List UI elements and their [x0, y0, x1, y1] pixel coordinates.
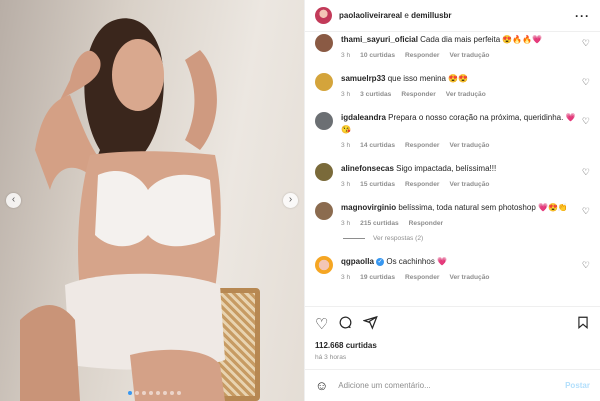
heart-icon[interactable]: ♡ — [576, 260, 590, 281]
comment-text: belíssima, toda natural sem photoshop 💗😍… — [398, 203, 568, 212]
carousel-dot — [149, 391, 153, 395]
comment-text: Sigo impactada, belíssima!!! — [396, 164, 497, 173]
comment-time[interactable]: 3 h — [341, 52, 350, 59]
translate-button[interactable]: Ver tradução — [446, 91, 486, 98]
more-icon[interactable]: ··· — [575, 9, 590, 23]
likes-count[interactable]: 112.668 curtidas — [315, 341, 590, 350]
heart-icon[interactable]: ♡ — [576, 167, 590, 188]
reply-button[interactable]: Responder — [409, 220, 443, 227]
comment-item: qgpaolla ✓ Os cachinhos 💗 3 h 19 curtidas… — [315, 256, 590, 281]
comment-username[interactable]: qgpaolla — [341, 257, 374, 266]
author-avatar[interactable] — [315, 7, 332, 24]
emoji-icon[interactable]: ☺ — [315, 378, 328, 393]
translate-button[interactable]: Ver tradução — [449, 142, 489, 149]
comment-likes[interactable]: 3 curtidas — [360, 91, 391, 98]
commenter-avatar[interactable] — [315, 73, 333, 91]
comment-likes[interactable]: 215 curtidas — [360, 220, 398, 227]
coauthor-link[interactable]: demillusbr — [411, 11, 451, 20]
comment-username[interactable]: alinefonsecas — [341, 164, 394, 173]
comment-likes[interactable]: 15 curtidas — [360, 181, 395, 188]
comment-item: magnovirginio belíssima, toda natural se… — [315, 202, 590, 227]
reply-button[interactable]: Responder — [405, 181, 439, 188]
carousel-dot — [170, 391, 174, 395]
carousel-dot — [177, 391, 181, 395]
bookmark-icon[interactable] — [576, 315, 590, 333]
view-replies-label[interactable]: Ver respostas (2) — [373, 235, 423, 242]
reply-button[interactable]: Responder — [405, 274, 439, 281]
translate-button[interactable]: Ver tradução — [449, 52, 489, 59]
comment-item: thami_sayuri_oficial Cada dia mais perfe… — [315, 34, 590, 59]
comment-time[interactable]: 3 h — [341, 220, 350, 227]
comment-likes[interactable]: 10 curtidas — [360, 52, 395, 59]
comment-time[interactable]: 3 h — [341, 274, 350, 281]
view-replies[interactable]: Ver respostas (2) — [343, 235, 590, 242]
comment-time[interactable]: 3 h — [341, 181, 350, 188]
carousel-dot — [135, 391, 139, 395]
post-time[interactable]: há 3 horas — [315, 354, 590, 369]
reply-button[interactable]: Responder — [405, 142, 439, 149]
comment-item: igdaleandra Prepara o nosso coração na p… — [315, 112, 590, 149]
commenter-avatar[interactable] — [315, 163, 333, 181]
next-button[interactable]: › — [283, 193, 298, 208]
comment-username[interactable]: thami_sayuri_oficial — [341, 35, 418, 44]
comment-input[interactable]: Adicione um comentário... — [338, 381, 565, 390]
comment-likes[interactable]: 14 curtidas — [360, 142, 395, 149]
author-connector: e — [404, 11, 409, 20]
carousel-indicator — [128, 391, 181, 395]
post-authors: paolaoliveirareal e demillusbr — [339, 11, 575, 20]
previous-button[interactable]: ‹ — [6, 193, 21, 208]
replies-line — [343, 238, 365, 239]
reply-button[interactable]: Responder — [401, 91, 435, 98]
comments-list: thami_sayuri_oficial Cada dia mais perfe… — [305, 32, 600, 306]
post-sidebar: paolaoliveirareal e demillusbr ··· thami… — [304, 0, 600, 401]
commenter-avatar[interactable] — [315, 34, 333, 52]
carousel-dot — [156, 391, 160, 395]
comment-time[interactable]: 3 h — [341, 142, 350, 149]
verified-icon: ✓ — [376, 257, 385, 266]
comment-username[interactable]: igdaleandra — [341, 113, 386, 122]
comment-item: alinefonsecas Sigo impactada, belíssima!… — [315, 163, 590, 188]
translate-button[interactable]: Ver tradução — [449, 274, 489, 281]
comment-text: Cada dia mais perfeita 😍🔥🔥💗 — [420, 35, 543, 44]
model-figure — [20, 18, 225, 401]
comment-time[interactable]: 3 h — [341, 91, 350, 98]
heart-icon[interactable]: ♡ — [576, 206, 590, 227]
author-link[interactable]: paolaoliveirareal — [339, 11, 402, 20]
comment-text: Os cachinhos 💗 — [386, 257, 448, 266]
heart-icon[interactable]: ♡ — [576, 116, 590, 149]
post-header: paolaoliveirareal e demillusbr ··· — [305, 0, 600, 32]
translate-button[interactable]: Ver tradução — [449, 181, 489, 188]
comment-username[interactable]: samuelrp33 — [341, 74, 385, 83]
carousel-dot — [128, 391, 132, 395]
post-actions: ♡ 112.668 curtidas há 3 horas — [305, 306, 600, 369]
comment-likes[interactable]: 19 curtidas — [360, 274, 395, 281]
add-comment-bar: ☺ Adicione um comentário... Postar — [305, 369, 600, 401]
post-image[interactable]: ‹ › — [0, 0, 304, 401]
commenter-avatar[interactable] — [315, 202, 333, 220]
comment-text: que isso menina 😍😍 — [387, 74, 469, 83]
comment-username[interactable]: magnovirginio — [341, 203, 396, 212]
comment-item: samuelrp33 que isso menina 😍😍 3 h 3 curti… — [315, 73, 590, 98]
reply-button[interactable]: Responder — [405, 52, 439, 59]
commenter-avatar[interactable] — [315, 256, 333, 274]
carousel-dot — [142, 391, 146, 395]
send-icon[interactable] — [362, 315, 379, 333]
commenter-avatar[interactable] — [315, 112, 333, 130]
heart-icon[interactable]: ♡ — [315, 317, 328, 332]
carousel-dot — [163, 391, 167, 395]
post-button[interactable]: Postar — [565, 381, 590, 390]
comment-icon[interactable] — [338, 315, 353, 333]
heart-icon[interactable]: ♡ — [576, 77, 590, 98]
heart-icon[interactable]: ♡ — [576, 38, 590, 59]
